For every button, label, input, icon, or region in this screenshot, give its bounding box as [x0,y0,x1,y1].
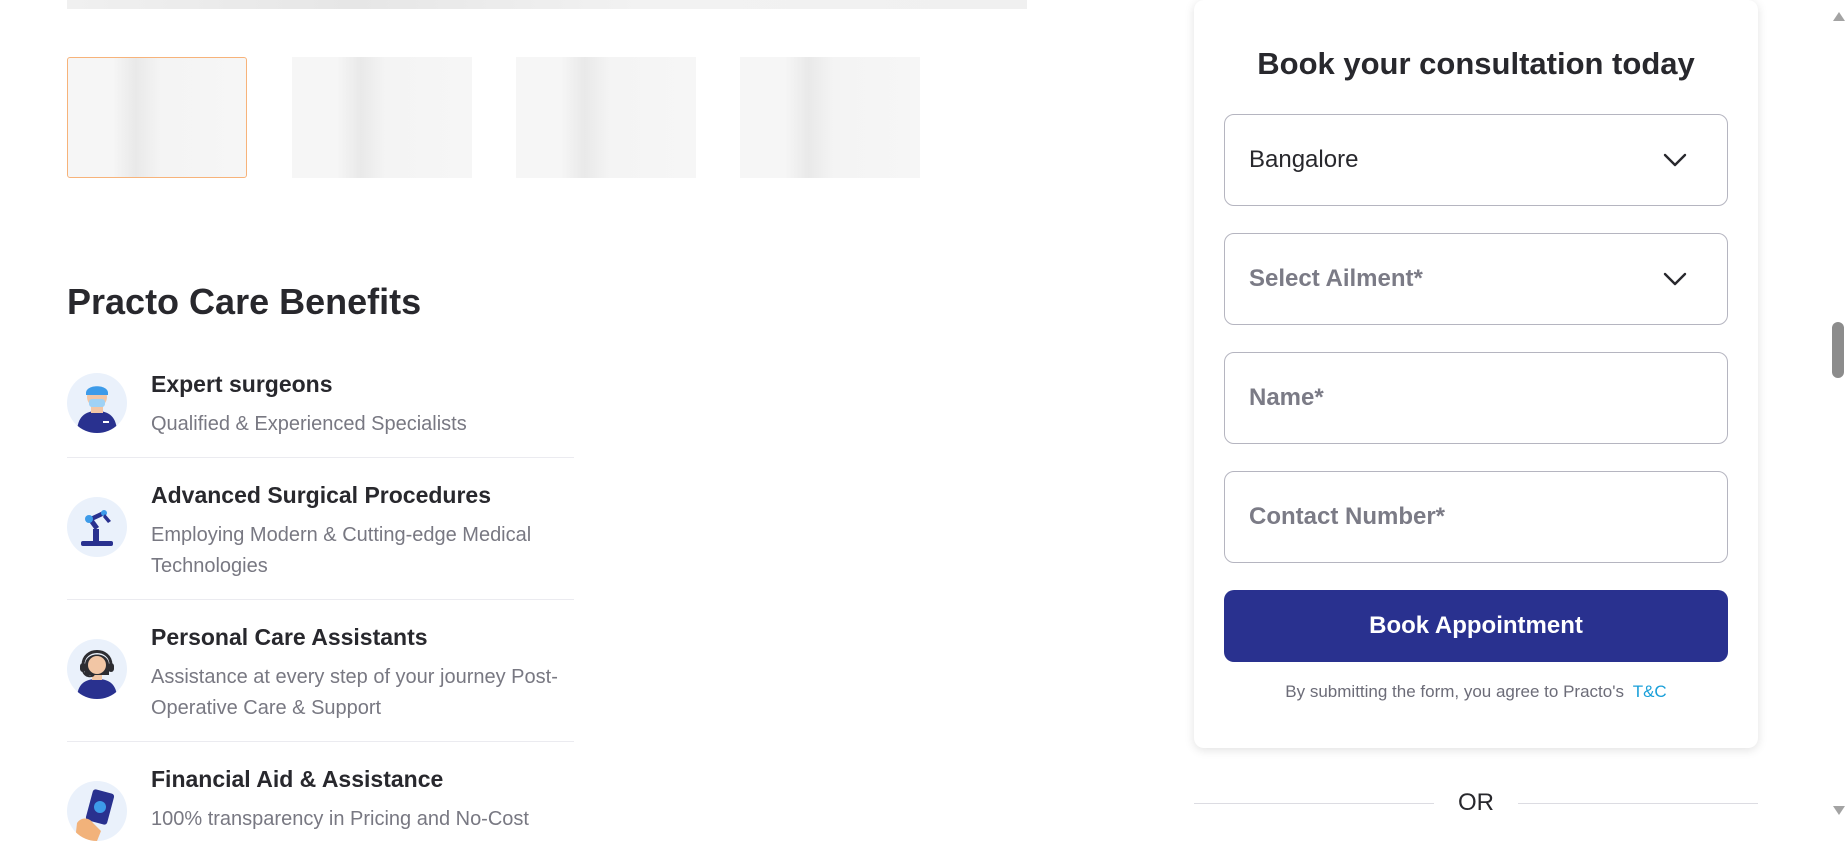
contact-number-placeholder: Contact Number* [1249,503,1446,530]
city-select[interactable]: Bangalore [1224,114,1728,206]
benefit-title: Financial Aid & Assistance [151,766,444,792]
benefit-item: Personal Care Assistants Assistance at e… [67,624,574,742]
benefit-description: Qualified & Experienced Specialists [151,413,467,435]
ailment-select[interactable]: Select Ailment* [1224,233,1728,325]
consent-text: By submitting the form, you agree to Pra… [1285,682,1624,701]
benefit-description: Employing Modern & Cutting-edge Medical … [151,524,532,577]
scrollbar-thumb[interactable] [1832,322,1844,378]
benefit-item: Financial Aid & Assistance 100% transpar… [67,766,574,846]
benefit-item: Expert surgeons Qualified & Experienced … [67,371,574,458]
benefit-description: 100% transparency in Pricing and No-Cost [151,808,529,830]
or-divider: OR [1194,788,1758,818]
benefit-item: Advanced Surgical Procedures Employing M… [67,482,574,600]
thumbnail-2[interactable] [292,57,472,178]
scroll-down-arrow-icon[interactable] [1833,806,1845,815]
page-scrollbar[interactable] [1828,0,1848,827]
contact-number-input[interactable]: Contact Number* [1224,471,1728,563]
booking-form-card: Book your consultation today Bangalore S… [1194,0,1758,748]
money-hand-icon [67,781,127,841]
city-select-value: Bangalore [1249,146,1359,173]
scroll-up-arrow-icon[interactable] [1833,12,1845,21]
care-assistant-icon [67,639,127,699]
benefit-title: Advanced Surgical Procedures [151,482,492,508]
book-appointment-button[interactable]: Book Appointment [1224,590,1728,662]
benefit-description: Assistance at every step of your journey… [151,666,558,719]
thumbnail-1[interactable] [67,57,247,178]
divider-line-right [1518,803,1758,804]
terms-link[interactable]: T&C [1633,682,1667,701]
booking-form-title: Book your consultation today [1257,46,1695,81]
benefit-title: Expert surgeons [151,371,333,397]
name-input[interactable]: Name* [1224,352,1728,444]
ailment-select-placeholder: Select Ailment* [1249,265,1423,292]
chevron-down-icon [1663,153,1687,167]
benefits-heading: Practo Care Benefits [67,281,422,322]
chevron-down-icon [1663,272,1687,286]
thumbnail-4[interactable] [740,57,920,178]
robotic-arm-icon [67,497,127,557]
surgeon-icon [67,373,127,433]
image-carousel-bottom [67,0,1027,9]
thumbnail-3[interactable] [516,57,696,178]
name-input-placeholder: Name* [1249,384,1324,411]
benefit-title: Personal Care Assistants [151,624,428,650]
consent-note: By submitting the form, you agree to Pra… [1194,682,1758,702]
